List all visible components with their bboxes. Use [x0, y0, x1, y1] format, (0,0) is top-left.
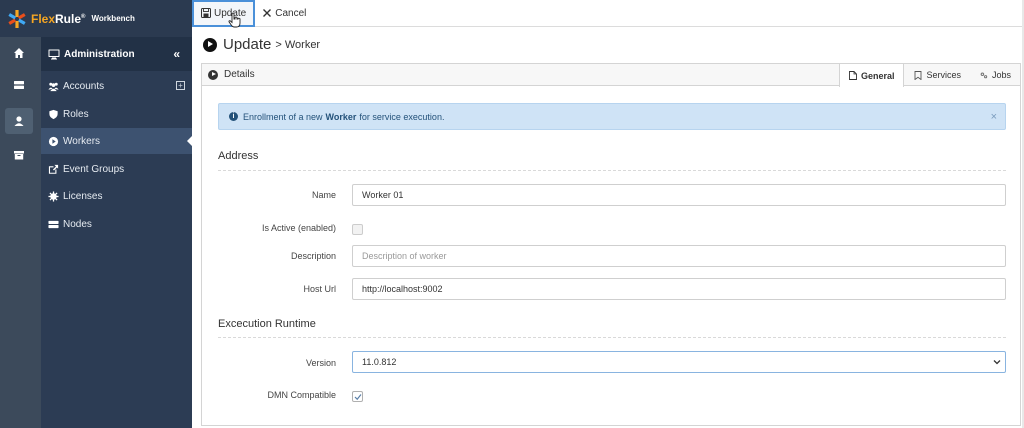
sidebar-item-label: Workers	[63, 135, 101, 147]
section-divider	[218, 170, 1006, 171]
version-label: Version	[305, 358, 336, 368]
is-active-checkbox[interactable]	[352, 224, 363, 235]
tab-general[interactable]: General	[838, 64, 905, 87]
sidebar-header: Administration «	[41, 37, 192, 71]
section-runtime-title: Excecution Runtime	[218, 318, 316, 330]
host-url-input[interactable]: http://localhost:9002	[352, 278, 1006, 300]
users-icon	[48, 82, 59, 91]
user-icon	[14, 116, 24, 126]
panel-header-title: Details	[224, 69, 255, 80]
tab-label: Jobs	[991, 70, 1011, 80]
update-button[interactable]: Update	[192, 0, 256, 27]
version-select[interactable]: 11.0.812	[352, 351, 1006, 373]
cancel-button[interactable]: Cancel	[255, 0, 313, 27]
sidebar-item-event-groups[interactable]: Event Groups	[41, 156, 192, 182]
save-icon	[201, 8, 211, 18]
external-link-icon	[48, 164, 59, 174]
tab-label: Services	[926, 70, 961, 80]
section-divider	[218, 337, 1006, 338]
close-alert-button[interactable]: ×	[991, 111, 997, 123]
sidebar-item-label: Accounts	[63, 80, 105, 92]
page-subtitle: > Worker	[275, 38, 321, 51]
brand-name: FlexRule®	[31, 11, 86, 26]
sidebar-item-label: Nodes	[63, 218, 92, 230]
monitor-icon	[48, 49, 60, 59]
sidebar-item-licenses[interactable]: Licenses	[41, 183, 192, 209]
shield-icon	[49, 109, 58, 119]
bookmark-icon	[915, 70, 922, 80]
sidebar-item-label: Roles	[63, 108, 89, 120]
archive-icon	[14, 151, 24, 160]
chevron-down-icon	[993, 360, 1001, 365]
flexrule-logo-icon	[7, 9, 27, 29]
tab-jobs[interactable]: Jobs	[970, 64, 1020, 86]
play-circle-icon	[203, 37, 217, 52]
tab-services[interactable]: Services	[904, 64, 970, 86]
details-panel: Details General Services Jobs i Enrollme…	[201, 63, 1021, 426]
page-title: Update > Worker	[203, 36, 320, 53]
expand-icon[interactable]: +	[176, 81, 185, 90]
brand-logo[interactable]: FlexRule® Workbench	[0, 0, 192, 37]
name-input[interactable]: Worker 01	[352, 184, 1006, 206]
toolbar: Update Cancel	[192, 0, 1024, 27]
section-address-title: Address	[218, 150, 259, 162]
info-alert: i Enrollment of a new Worker for service…	[218, 103, 1006, 130]
play-circle-icon	[208, 69, 218, 80]
hand-cursor-icon	[228, 12, 241, 28]
check-icon	[354, 394, 362, 401]
description-label: Description	[290, 251, 336, 261]
sidebar-header-title: Administration	[64, 48, 135, 60]
rail-archive[interactable]	[5, 142, 33, 168]
rail-home[interactable]	[5, 40, 33, 66]
tab-bar: General Services Jobs	[838, 64, 1020, 87]
sidebar-item-nodes[interactable]: Nodes	[41, 211, 192, 237]
server-icon	[14, 81, 24, 89]
sidebar-item-accounts[interactable]: Accounts +	[41, 73, 192, 99]
close-icon	[263, 9, 272, 17]
active-indicator	[187, 136, 192, 146]
name-label: Name	[311, 190, 336, 200]
alert-text-bold: Worker	[325, 111, 357, 122]
alert-text-prefix: Enrollment of a new	[243, 111, 323, 122]
is-active-label: Is Active (enabled)	[261, 223, 336, 233]
page-title-text: Update	[223, 36, 272, 53]
sidebar-item-roles[interactable]: Roles	[41, 101, 192, 127]
dmn-compatible-label: DMN Compatible	[267, 390, 336, 400]
alert-text-suffix: for service execution.	[359, 111, 445, 122]
dmn-compatible-checkbox[interactable]	[352, 391, 363, 402]
file-icon	[848, 71, 857, 80]
certificate-icon	[48, 190, 59, 202]
description-input[interactable]: Description of worker	[352, 245, 1006, 267]
tab-label: General	[860, 70, 895, 81]
brand-subtitle: Workbench	[91, 14, 135, 23]
server-icon	[48, 220, 59, 228]
play-circle-icon	[48, 136, 59, 146]
cancel-button-label: Cancel	[275, 7, 307, 19]
rail-user[interactable]	[5, 108, 33, 134]
host-url-label: Host Url	[303, 284, 336, 294]
info-icon: i	[229, 112, 238, 121]
version-select-value: 11.0.812	[362, 357, 397, 367]
sidebar-item-label: Event Groups	[63, 163, 125, 175]
sidebar-item-label: Licenses	[63, 190, 103, 202]
collapse-sidebar-button[interactable]: «	[173, 47, 180, 61]
rail-server[interactable]	[5, 72, 33, 98]
gears-icon	[980, 72, 988, 78]
home-icon	[14, 48, 24, 58]
sidebar-item-workers[interactable]: Workers	[41, 128, 192, 154]
